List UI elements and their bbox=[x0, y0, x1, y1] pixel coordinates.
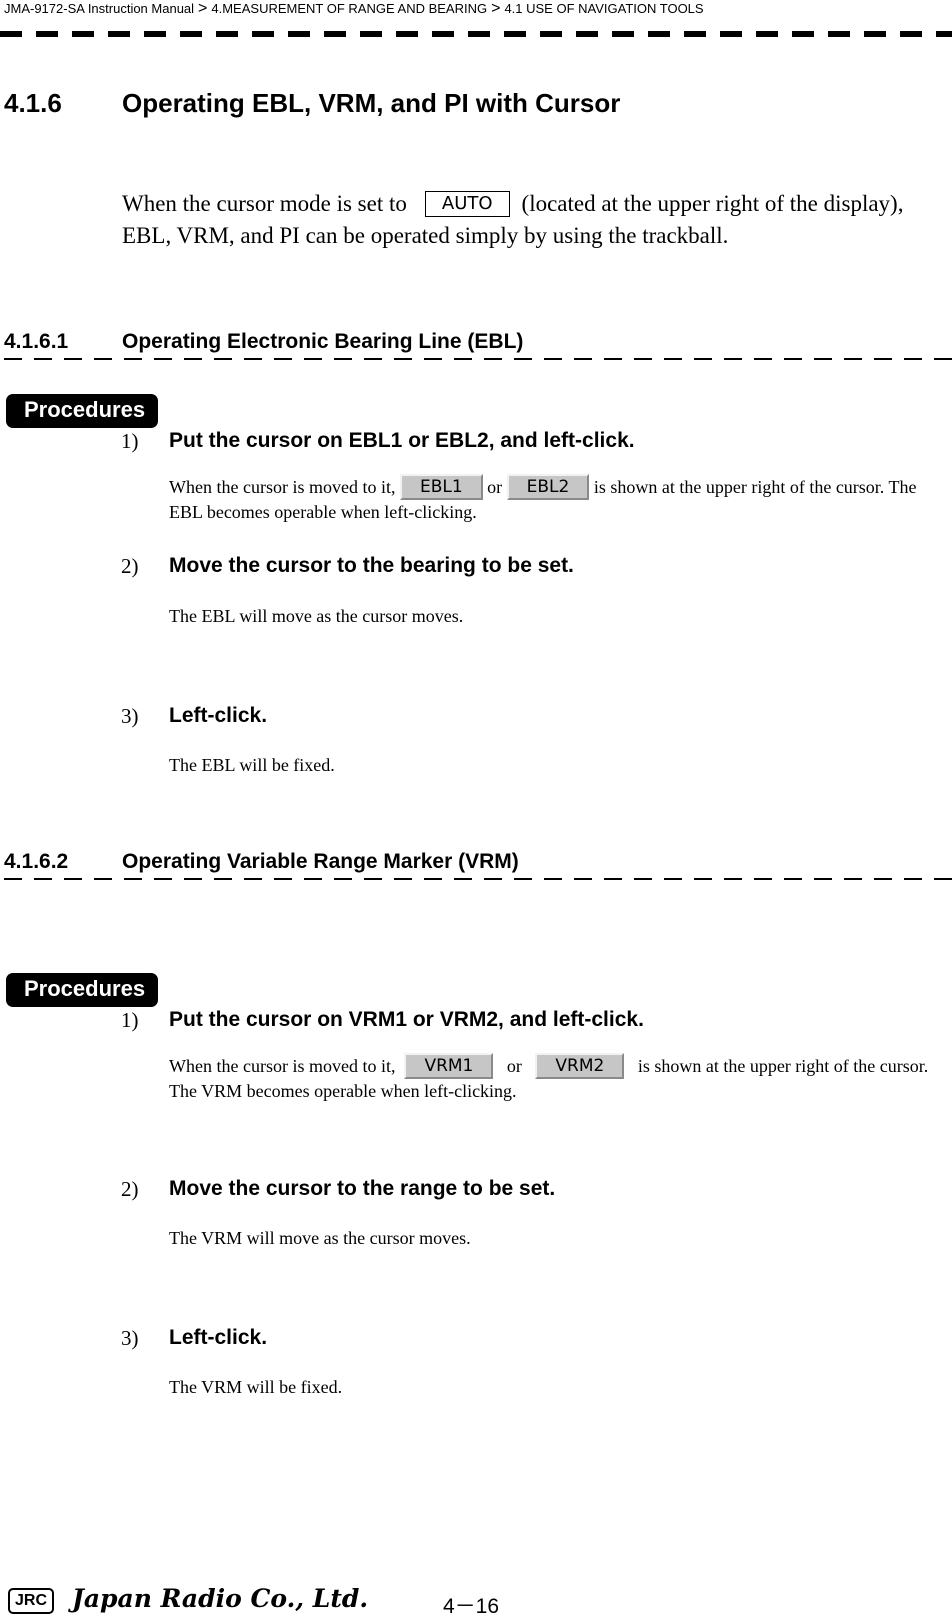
section-title: Operating EBL, VRM, and PI with Cursor bbox=[122, 88, 621, 118]
section-number: 4.1.6 bbox=[4, 88, 62, 118]
subsection-divider bbox=[4, 878, 952, 880]
running-header: JMA-9172-SA Instruction Manual >4.MEASURE… bbox=[4, 0, 704, 18]
header-chapter: 4.MEASUREMENT OF RANGE AND BEARING bbox=[211, 1, 488, 16]
company-name: Japan Radio Co., Ltd. bbox=[72, 1584, 369, 1613]
auto-key: AUTO bbox=[424, 191, 510, 217]
subsection-heading-vrm: 4.1.6.2 Operating Variable Range Marker (… bbox=[4, 850, 519, 874]
step-text: When the cursor is moved to it, bbox=[169, 477, 396, 497]
header-divider bbox=[0, 31, 952, 37]
step-title: Move the cursor to the bearing to be set… bbox=[169, 554, 574, 577]
step-text: When the cursor is moved to it, bbox=[169, 1056, 396, 1076]
step-body: The EBL will be fixed. bbox=[169, 755, 335, 775]
step-text: or bbox=[506, 1056, 522, 1076]
step-body: When the cursor is moved to it, VRM1 or … bbox=[169, 1053, 944, 1103]
step-number: 2) bbox=[121, 1177, 139, 1201]
procedures-badge: Procedures bbox=[6, 973, 159, 1007]
step-body: The EBL will move as the cursor moves. bbox=[169, 606, 464, 626]
page-number: 4－16 bbox=[443, 1595, 500, 1618]
procedures-badge: Procedures bbox=[6, 394, 159, 428]
step-number: 3) bbox=[121, 1326, 139, 1350]
step-title: Move the cursor to the range to be set. bbox=[169, 1177, 556, 1200]
subsection-number: 4.1.6.2 bbox=[4, 850, 69, 873]
header-manual: JMA-9172-SA Instruction Manual bbox=[4, 1, 195, 16]
step-body: The VRM will move as the cursor moves. bbox=[169, 1228, 471, 1248]
ebl1-key: EBL1 bbox=[399, 474, 483, 500]
step-number: 1) bbox=[121, 429, 139, 453]
step-number: 3) bbox=[121, 704, 139, 728]
header-section: 4.1 USE OF NAVIGATION TOOLS bbox=[504, 1, 704, 16]
step-number: 2) bbox=[121, 554, 139, 578]
section-heading: 4.1.6 Operating EBL, VRM, and PI with Cur… bbox=[4, 88, 620, 119]
subsection-title: Operating Variable Range Marker (VRM) bbox=[122, 850, 519, 873]
step-body: The VRM will be fixed. bbox=[169, 1377, 343, 1397]
vrm1-key: VRM1 bbox=[404, 1053, 494, 1079]
breadcrumb-separator: > bbox=[198, 0, 208, 17]
step-text: or bbox=[487, 477, 503, 497]
intro-text: When the cursor mode is set to bbox=[122, 191, 407, 216]
breadcrumb-separator: > bbox=[491, 0, 501, 17]
subsection-title: Operating Electronic Bearing Line (EBL) bbox=[122, 330, 524, 353]
step-title: Put the cursor on EBL1 or EBL2, and left… bbox=[169, 429, 635, 452]
step-body: When the cursor is moved to it, EBL1 or … bbox=[169, 474, 944, 524]
subsection-number: 4.1.6.1 bbox=[4, 330, 69, 353]
subsection-heading-ebl: 4.1.6.1 Operating Electronic Bearing Line… bbox=[4, 330, 523, 354]
subsection-divider bbox=[4, 358, 952, 360]
step-title: Put the cursor on VRM1 or VRM2, and left… bbox=[169, 1008, 644, 1031]
intro-paragraph: When the cursor mode is set to AUTO (locat… bbox=[122, 188, 922, 252]
jrc-logo: JRC bbox=[8, 1588, 55, 1614]
step-number: 1) bbox=[121, 1008, 139, 1032]
step-title: Left-click. bbox=[169, 1326, 268, 1349]
ebl2-key: EBL2 bbox=[506, 474, 590, 500]
step-title: Left-click. bbox=[169, 704, 268, 727]
vrm2-key: VRM2 bbox=[535, 1053, 625, 1079]
